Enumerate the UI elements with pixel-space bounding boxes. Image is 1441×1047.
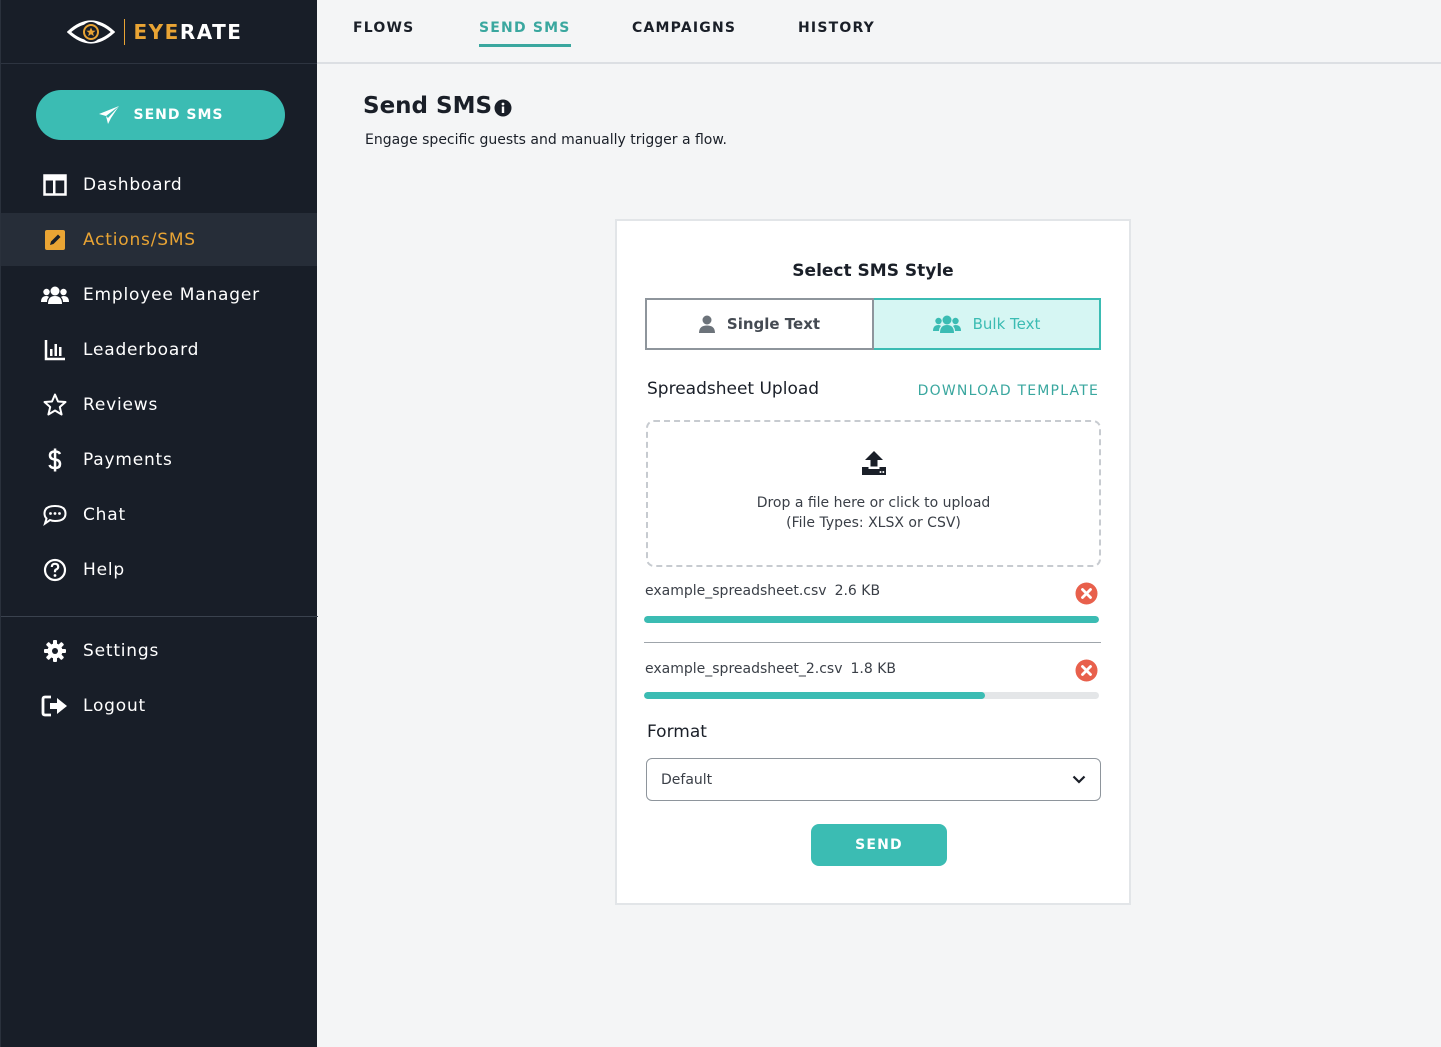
sidebar: EYERATE SEND SMS Dashboard Actions/SMS E… — [0, 0, 318, 1047]
format-select[interactable]: Default — [646, 758, 1101, 801]
tab-campaigns[interactable]: CAMPAIGNS — [632, 20, 736, 44]
page-subtitle: Engage specific guests and manually trig… — [365, 132, 727, 148]
gear-icon — [41, 637, 69, 665]
sidebar-item-reviews[interactable]: Reviews — [1, 378, 317, 431]
sidebar-item-label: Logout — [83, 695, 147, 716]
bulk-text-label: Bulk Text — [972, 315, 1041, 333]
info-icon[interactable] — [494, 99, 512, 121]
file-name: example_spreadsheet_2.csv — [645, 661, 843, 677]
sms-style-toggle: Single Text Bulk Text — [645, 298, 1101, 350]
sidebar-item-chat[interactable]: Chat — [1, 488, 317, 541]
sidebar-item-logout[interactable]: Logout — [1, 679, 317, 732]
users-icon — [41, 281, 69, 309]
dropzone-line-1: Drop a file here or click to upload — [756, 495, 991, 511]
sidebar-item-label: Chat — [83, 504, 126, 525]
file-1-progress — [644, 616, 1099, 623]
tab-send-sms[interactable]: SEND SMS — [479, 20, 571, 47]
page-title: Send SMS — [363, 93, 493, 119]
sidebar-item-employee-manager[interactable]: Employee Manager — [1, 268, 317, 321]
dashboard-icon — [41, 171, 69, 199]
format-label: Format — [647, 722, 707, 742]
sidebar-send-sms-label: SEND SMS — [133, 107, 224, 123]
help-icon — [41, 556, 69, 584]
remove-file-1-icon[interactable] — [1075, 582, 1098, 605]
file-name: example_spreadsheet.csv — [645, 583, 827, 599]
tab-history[interactable]: HISTORY — [798, 20, 875, 44]
logo-text: EYERATE — [134, 20, 243, 44]
single-text-option[interactable]: Single Text — [645, 298, 874, 350]
star-icon — [41, 391, 69, 419]
logo-divider — [123, 18, 125, 45]
edit-icon — [41, 226, 69, 254]
sidebar-item-actions-sms[interactable]: Actions/SMS — [1, 213, 317, 266]
format-select-value: Default — [661, 771, 713, 788]
sidebar-item-label: Employee Manager — [83, 284, 260, 305]
sidebar-item-label: Settings — [83, 640, 160, 661]
sidebar-divider — [1, 616, 318, 617]
sidebar-item-label: Dashboard — [83, 174, 183, 195]
upload-icon — [862, 451, 886, 475]
file-2-progress — [644, 692, 1099, 699]
sidebar-item-label: Reviews — [83, 394, 159, 415]
eye-logo-icon — [66, 20, 115, 43]
paper-plane-icon — [98, 106, 119, 124]
single-text-label: Single Text — [726, 315, 821, 333]
bulk-text-option[interactable]: Bulk Text — [874, 298, 1101, 350]
sidebar-item-label: Actions/SMS — [83, 229, 196, 250]
sidebar-item-label: Payments — [83, 449, 173, 470]
dropzone-text: Drop a file here or click to upload (Fil… — [648, 493, 1099, 533]
file-2-progress-fill — [644, 692, 986, 699]
sidebar-item-label: Help — [83, 559, 125, 580]
sidebar-item-leaderboard[interactable]: Leaderboard — [1, 323, 317, 376]
logo[interactable]: EYERATE — [1, 0, 318, 64]
leaderboard-icon — [41, 336, 69, 364]
card-title: Select SMS Style — [792, 261, 954, 281]
sidebar-send-sms-button[interactable]: SEND SMS — [36, 90, 285, 140]
users-icon — [932, 315, 961, 333]
file-divider — [644, 642, 1101, 643]
logo-rate: RATE — [179, 19, 243, 44]
dropzone-line-2: (File Types: XLSX or CSV) — [786, 515, 961, 531]
tab-flows[interactable]: FLOWS — [353, 20, 414, 44]
chat-icon — [41, 501, 69, 529]
remove-file-2-icon[interactable] — [1075, 659, 1098, 682]
uploaded-file-2: example_spreadsheet_2.csv 1.8 KB — [645, 661, 896, 677]
sidebar-item-settings[interactable]: Settings — [1, 624, 317, 677]
sidebar-item-help[interactable]: Help — [1, 543, 317, 596]
chevron-down-icon — [1072, 775, 1086, 784]
uploaded-file-1: example_spreadsheet.csv 2.6 KB — [645, 583, 880, 599]
user-icon — [698, 315, 715, 333]
sidebar-item-payments[interactable]: Payments — [1, 433, 317, 486]
send-sms-card: Select SMS Style Single Text Bulk Text S… — [615, 219, 1131, 905]
file-size: 2.6 KB — [834, 583, 881, 599]
logout-icon — [41, 692, 69, 720]
file-1-progress-fill — [644, 616, 1099, 623]
sidebar-item-dashboard[interactable]: Dashboard — [1, 158, 317, 211]
top-navigation: FLOWS SEND SMS CAMPAIGNS HISTORY — [317, 0, 1441, 64]
dollar-icon — [41, 446, 69, 474]
file-size: 1.8 KB — [850, 661, 896, 677]
download-template-link[interactable]: DOWNLOAD TEMPLATE — [918, 383, 1099, 399]
spreadsheet-upload-label: Spreadsheet Upload — [647, 379, 820, 399]
file-dropzone[interactable]: Drop a file here or click to upload (Fil… — [646, 420, 1101, 567]
send-button[interactable]: SEND — [811, 824, 947, 866]
sidebar-item-label: Leaderboard — [83, 339, 200, 360]
logo-eye: EYE — [133, 19, 180, 44]
